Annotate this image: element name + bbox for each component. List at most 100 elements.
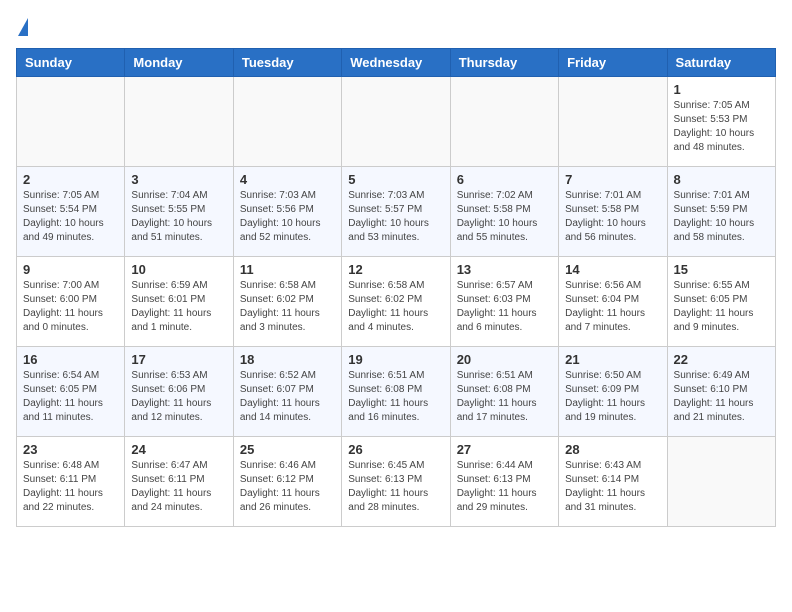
day-info: Sunrise: 7:05 AM Sunset: 5:54 PM Dayligh… (23, 189, 118, 245)
day-number: 22 (674, 352, 769, 367)
calendar-cell: 16Sunrise: 6:54 AM Sunset: 6:05 PM Dayli… (17, 347, 125, 437)
day-number: 15 (674, 262, 769, 277)
calendar-cell: 17Sunrise: 6:53 AM Sunset: 6:06 PM Dayli… (125, 347, 233, 437)
weekday-header-saturday: Saturday (667, 49, 775, 77)
day-number: 2 (23, 172, 118, 187)
calendar-cell: 3 Sunrise: 7:04 AM Sunset: 5:55 PM Daylig… (125, 167, 233, 257)
day-info: Sunrise: 6:47 AM Sunset: 6:11 PM Dayligh… (131, 459, 226, 515)
calendar-cell: 27 Sunrise: 6:44 AM Sunset: 6:13 PM Dayli… (450, 437, 558, 527)
weekday-header-friday: Friday (559, 49, 667, 77)
day-info: Sunrise: 7:03 AM Sunset: 5:57 PM Dayligh… (348, 189, 443, 245)
day-number: 26 (348, 442, 443, 457)
calendar-week-3: 9 Sunrise: 7:00 AM Sunset: 6:00 PM Daylig… (17, 257, 776, 347)
day-number: 21 (565, 352, 660, 367)
day-info: Sunrise: 6:51 AM Sunset: 6:08 PM Dayligh… (457, 369, 552, 425)
calendar-cell: 2 Sunrise: 7:05 AM Sunset: 5:54 PM Daylig… (17, 167, 125, 257)
day-info: Sunrise: 7:05 AM Sunset: 5:53 PM Dayligh… (674, 99, 769, 155)
day-info: Sunrise: 6:59 AM Sunset: 6:01 PM Dayligh… (131, 279, 226, 335)
day-number: 5 (348, 172, 443, 187)
day-info: Sunrise: 6:57 AM Sunset: 6:03 PM Dayligh… (457, 279, 552, 335)
day-info: Sunrise: 6:56 AM Sunset: 6:04 PM Dayligh… (565, 279, 660, 335)
day-info: Sunrise: 7:03 AM Sunset: 5:56 PM Dayligh… (240, 189, 335, 245)
day-info: Sunrise: 7:02 AM Sunset: 5:58 PM Dayligh… (457, 189, 552, 245)
day-number: 20 (457, 352, 552, 367)
day-number: 4 (240, 172, 335, 187)
day-info: Sunrise: 6:49 AM Sunset: 6:10 PM Dayligh… (674, 369, 769, 425)
calendar-cell: 4 Sunrise: 7:03 AM Sunset: 5:56 PM Daylig… (233, 167, 341, 257)
calendar-cell (559, 77, 667, 167)
day-number: 7 (565, 172, 660, 187)
day-info: Sunrise: 6:43 AM Sunset: 6:14 PM Dayligh… (565, 459, 660, 515)
day-number: 12 (348, 262, 443, 277)
calendar-cell: 20 Sunrise: 6:51 AM Sunset: 6:08 PM Dayli… (450, 347, 558, 437)
calendar-cell: 26 Sunrise: 6:45 AM Sunset: 6:13 PM Dayli… (342, 437, 450, 527)
day-number: 17 (131, 352, 226, 367)
calendar-cell: 22 Sunrise: 6:49 AM Sunset: 6:10 PM Dayli… (667, 347, 775, 437)
day-number: 24 (131, 442, 226, 457)
weekday-header-tuesday: Tuesday (233, 49, 341, 77)
logo (16, 16, 28, 36)
day-info: Sunrise: 7:04 AM Sunset: 5:55 PM Dayligh… (131, 189, 226, 245)
day-info: Sunrise: 6:44 AM Sunset: 6:13 PM Dayligh… (457, 459, 552, 515)
day-number: 9 (23, 262, 118, 277)
calendar-cell: 5 Sunrise: 7:03 AM Sunset: 5:57 PM Daylig… (342, 167, 450, 257)
weekday-header-wednesday: Wednesday (342, 49, 450, 77)
calendar-week-2: 2 Sunrise: 7:05 AM Sunset: 5:54 PM Daylig… (17, 167, 776, 257)
day-number: 8 (674, 172, 769, 187)
day-info: Sunrise: 6:48 AM Sunset: 6:11 PM Dayligh… (23, 459, 118, 515)
day-number: 27 (457, 442, 552, 457)
day-number: 14 (565, 262, 660, 277)
day-info: Sunrise: 7:00 AM Sunset: 6:00 PM Dayligh… (23, 279, 118, 335)
day-number: 3 (131, 172, 226, 187)
calendar-cell (233, 77, 341, 167)
weekday-header-sunday: Sunday (17, 49, 125, 77)
calendar-cell: 10 Sunrise: 6:59 AM Sunset: 6:01 PM Dayli… (125, 257, 233, 347)
calendar-cell: 15 Sunrise: 6:55 AM Sunset: 6:05 PM Dayli… (667, 257, 775, 347)
logo-icon (18, 18, 28, 36)
calendar-cell: 6 Sunrise: 7:02 AM Sunset: 5:58 PM Daylig… (450, 167, 558, 257)
day-info: Sunrise: 6:45 AM Sunset: 6:13 PM Dayligh… (348, 459, 443, 515)
calendar-week-1: 1 Sunrise: 7:05 AM Sunset: 5:53 PM Daylig… (17, 77, 776, 167)
calendar-cell: 1 Sunrise: 7:05 AM Sunset: 5:53 PM Daylig… (667, 77, 775, 167)
day-number: 10 (131, 262, 226, 277)
day-number: 23 (23, 442, 118, 457)
day-number: 6 (457, 172, 552, 187)
day-info: Sunrise: 6:50 AM Sunset: 6:09 PM Dayligh… (565, 369, 660, 425)
calendar-cell: 18Sunrise: 6:52 AM Sunset: 6:07 PM Dayli… (233, 347, 341, 437)
calendar-cell: 9 Sunrise: 7:00 AM Sunset: 6:00 PM Daylig… (17, 257, 125, 347)
day-info: Sunrise: 6:55 AM Sunset: 6:05 PM Dayligh… (674, 279, 769, 335)
day-info: Sunrise: 6:54 AM Sunset: 6:05 PM Dayligh… (23, 369, 118, 425)
weekday-header-row: SundayMondayTuesdayWednesdayThursdayFrid… (17, 49, 776, 77)
day-info: Sunrise: 6:46 AM Sunset: 6:12 PM Dayligh… (240, 459, 335, 515)
calendar-cell (342, 77, 450, 167)
calendar-cell: 14 Sunrise: 6:56 AM Sunset: 6:04 PM Dayli… (559, 257, 667, 347)
calendar-week-4: 16Sunrise: 6:54 AM Sunset: 6:05 PM Dayli… (17, 347, 776, 437)
calendar-cell: 23 Sunrise: 6:48 AM Sunset: 6:11 PM Dayli… (17, 437, 125, 527)
calendar-cell (125, 77, 233, 167)
calendar-week-5: 23 Sunrise: 6:48 AM Sunset: 6:11 PM Dayli… (17, 437, 776, 527)
page-header (16, 16, 776, 36)
calendar-cell (17, 77, 125, 167)
calendar-cell: 12 Sunrise: 6:58 AM Sunset: 6:02 PM Dayli… (342, 257, 450, 347)
day-number: 18 (240, 352, 335, 367)
day-info: Sunrise: 7:01 AM Sunset: 5:58 PM Dayligh… (565, 189, 660, 245)
calendar-cell: 25Sunrise: 6:46 AM Sunset: 6:12 PM Dayli… (233, 437, 341, 527)
weekday-header-thursday: Thursday (450, 49, 558, 77)
calendar-cell: 19 Sunrise: 6:51 AM Sunset: 6:08 PM Dayli… (342, 347, 450, 437)
calendar-cell (667, 437, 775, 527)
day-info: Sunrise: 7:01 AM Sunset: 5:59 PM Dayligh… (674, 189, 769, 245)
day-number: 11 (240, 262, 335, 277)
day-info: Sunrise: 6:58 AM Sunset: 6:02 PM Dayligh… (348, 279, 443, 335)
day-number: 19 (348, 352, 443, 367)
day-number: 1 (674, 82, 769, 97)
calendar-cell: 8 Sunrise: 7:01 AM Sunset: 5:59 PM Daylig… (667, 167, 775, 257)
calendar-table: SundayMondayTuesdayWednesdayThursdayFrid… (16, 48, 776, 527)
calendar-cell: 7 Sunrise: 7:01 AM Sunset: 5:58 PM Daylig… (559, 167, 667, 257)
calendar-cell: 11Sunrise: 6:58 AM Sunset: 6:02 PM Dayli… (233, 257, 341, 347)
day-number: 13 (457, 262, 552, 277)
calendar-cell: 13 Sunrise: 6:57 AM Sunset: 6:03 PM Dayli… (450, 257, 558, 347)
calendar-cell: 28 Sunrise: 6:43 AM Sunset: 6:14 PM Dayli… (559, 437, 667, 527)
weekday-header-monday: Monday (125, 49, 233, 77)
day-info: Sunrise: 6:51 AM Sunset: 6:08 PM Dayligh… (348, 369, 443, 425)
day-number: 28 (565, 442, 660, 457)
